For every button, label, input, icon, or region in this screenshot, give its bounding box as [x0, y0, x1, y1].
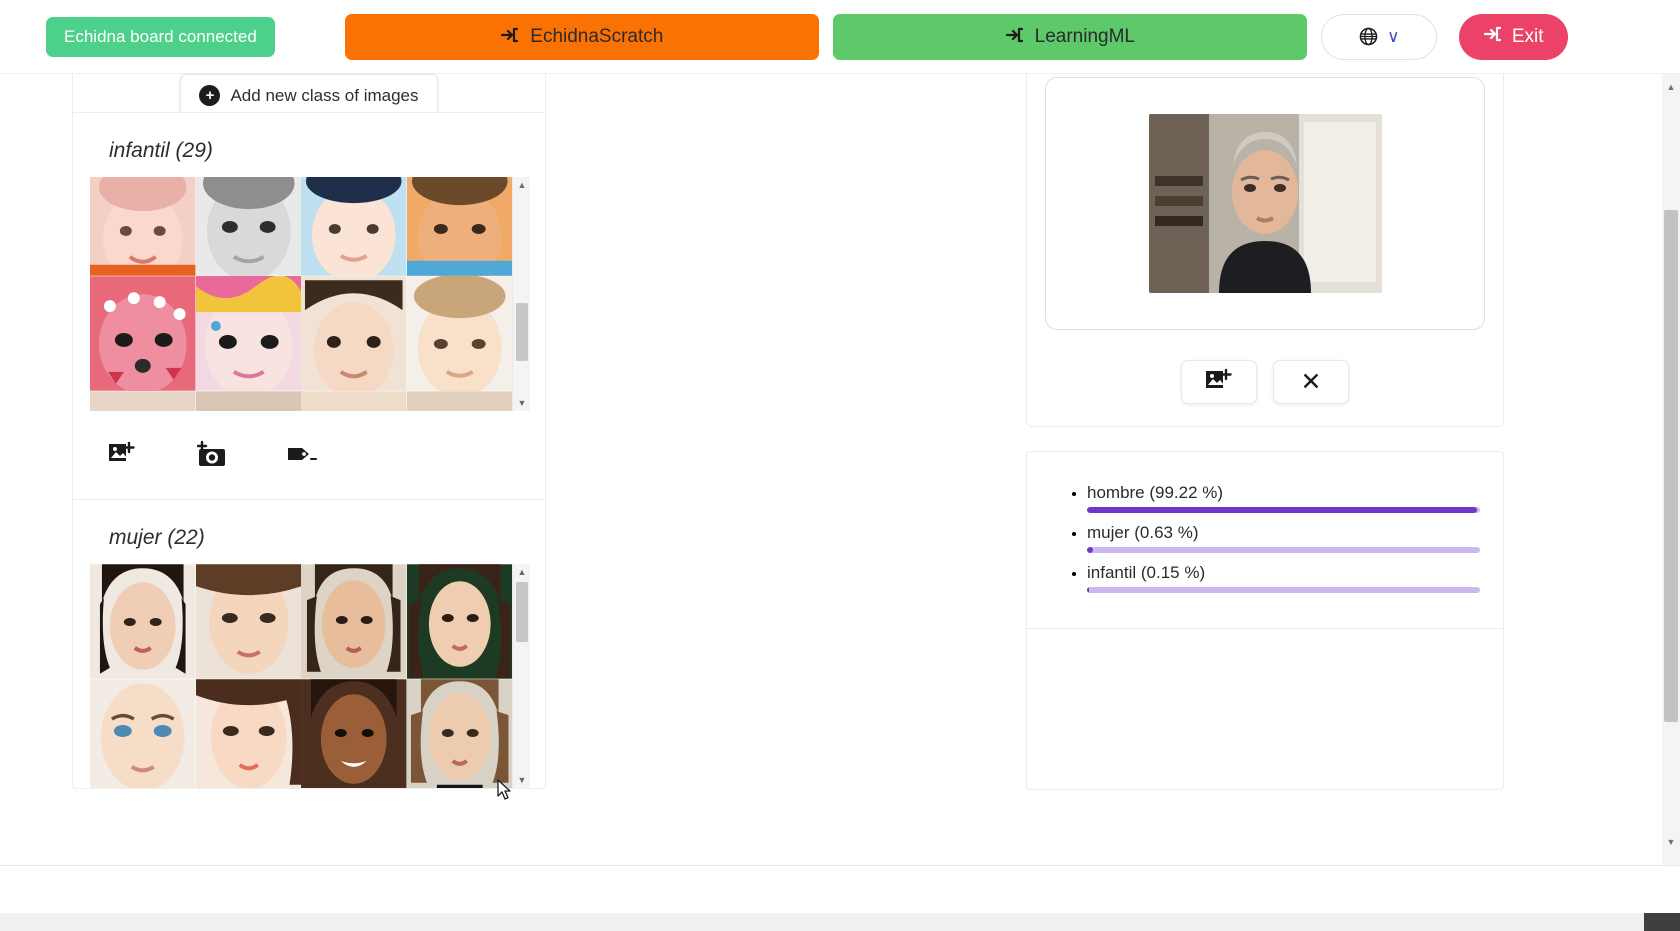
board-status-badge: Echidna board connected	[46, 16, 275, 57]
class-image-thumb[interactable]	[406, 391, 512, 411]
image-grid-scrollbar-mujer[interactable]: ▲ ▼	[512, 564, 530, 788]
nav-echidnascratch-label: EchidnaScratch	[530, 25, 664, 47]
class-image-thumb[interactable]	[301, 177, 407, 276]
page-body: + Add new class of images infantil (29)	[0, 74, 1680, 865]
class-image-thumb[interactable]	[195, 679, 301, 788]
image-grid-items	[90, 177, 512, 411]
class-image-thumb[interactable]	[195, 564, 301, 679]
add-new-class-label: Add new class of images	[230, 85, 419, 105]
scroll-down-arrow-icon[interactable]: ▼	[513, 395, 530, 411]
login-arrow-icon	[1005, 25, 1025, 49]
mouse-cursor	[497, 779, 513, 801]
page-root: Echidna board connected EchidnaScratch L…	[0, 0, 1680, 931]
class-block-infantil: infantil (29) ▲ ▼	[73, 113, 545, 500]
prediction-bar-fill	[1087, 587, 1089, 594]
image-grid-infantil: ▲ ▼	[90, 177, 530, 411]
scroll-up-arrow-icon[interactable]: ▲	[1662, 78, 1680, 96]
exit-button[interactable]: Exit	[1458, 13, 1568, 60]
image-grid-items	[90, 564, 512, 788]
board-status-label: Echidna board connected	[64, 26, 257, 46]
add-class-row: + Add new class of images	[73, 74, 545, 113]
class-image-thumb[interactable]	[195, 276, 301, 391]
close-button[interactable]: ✕	[1273, 360, 1349, 404]
language-selector-button[interactable]: ∨	[1320, 13, 1437, 60]
exit-arrow-icon	[1483, 24, 1503, 50]
class-block-mujer: mujer (22) ▲ ▼	[73, 500, 545, 788]
login-arrow-icon	[500, 25, 520, 49]
class-image-thumb[interactable]	[90, 276, 196, 391]
class-image-thumb[interactable]	[301, 276, 407, 391]
prediction-results: hombre (99.22 %) mujer (0.63 %)	[1027, 452, 1503, 630]
prediction-bar-fill	[1087, 507, 1477, 514]
class-image-thumb[interactable]	[406, 276, 512, 391]
prediction-results-card: hombre (99.22 %) mujer (0.63 %)	[1026, 451, 1504, 791]
class-image-thumb[interactable]	[195, 391, 301, 411]
prediction-panel: ✕ hombre (99.22 %) mujer (0.6	[1026, 74, 1504, 791]
add-image-icon[interactable]	[105, 439, 139, 469]
webcam-frame	[1045, 77, 1485, 330]
prediction-bar-fill	[1087, 547, 1094, 554]
chevron-down-icon: ∨	[1387, 27, 1400, 46]
plus-circle-icon: +	[199, 85, 221, 106]
webcam-preview	[1148, 114, 1382, 293]
desktop-taskbar	[0, 913, 1680, 931]
class-title-mujer: mujer (22)	[109, 526, 205, 549]
class-image-thumb[interactable]	[90, 564, 196, 679]
add-image-button[interactable]	[1181, 360, 1257, 404]
add-image-icon	[1205, 368, 1233, 397]
scrollbar-thumb[interactable]	[516, 582, 528, 642]
image-grid-mujer: ▲ ▼	[90, 564, 530, 788]
webcam-card: ✕	[1026, 74, 1504, 427]
class-image-thumb[interactable]	[90, 177, 196, 276]
scroll-down-arrow-icon[interactable]: ▼	[513, 772, 530, 788]
close-icon: ✕	[1300, 367, 1322, 396]
classes-panel: + Add new class of images infantil (29)	[72, 74, 546, 789]
prediction-list: hombre (99.22 %) mujer (0.63 %)	[1067, 482, 1481, 594]
class-image-thumb[interactable]	[90, 679, 196, 788]
prediction-item: infantil (0.15 %)	[1087, 562, 1481, 594]
globe-icon	[1358, 26, 1379, 47]
rename-tag-icon[interactable]	[285, 439, 319, 469]
class-image-thumb[interactable]	[301, 391, 407, 411]
nav-learningml-label: LearningML	[1034, 25, 1135, 47]
nav-echidnascratch-button[interactable]: EchidnaScratch	[344, 13, 819, 60]
add-new-class-button[interactable]: + Add new class of images	[180, 74, 438, 112]
image-grid-scrollbar-infantil[interactable]: ▲ ▼	[512, 177, 530, 411]
class-title-infantil: infantil (29)	[109, 139, 213, 162]
webcam-actions: ✕	[1045, 360, 1485, 404]
scroll-down-arrow-icon[interactable]: ▼	[1662, 833, 1680, 851]
class-image-thumb[interactable]	[301, 679, 407, 788]
prediction-bar-track	[1087, 547, 1480, 554]
taskbar-tab[interactable]	[1644, 913, 1680, 931]
class-image-thumb[interactable]	[406, 177, 512, 276]
prediction-bar-track	[1087, 507, 1480, 514]
class-image-thumb[interactable]	[406, 564, 512, 679]
prediction-bar-track	[1087, 587, 1480, 594]
prediction-item: mujer (0.63 %)	[1087, 522, 1481, 554]
prediction-label: mujer (0.63 %)	[1087, 523, 1199, 543]
scrollbar-thumb[interactable]	[516, 303, 528, 361]
add-photo-camera-icon[interactable]	[195, 439, 229, 469]
scroll-up-arrow-icon[interactable]: ▲	[513, 177, 530, 193]
class-actions-infantil	[73, 411, 545, 499]
class-image-thumb[interactable]	[195, 177, 301, 276]
page-scrollbar[interactable]: ▲ ▼	[1662, 74, 1680, 865]
results-empty-area	[1027, 629, 1503, 789]
class-image-thumb[interactable]	[301, 564, 407, 679]
class-image-thumb[interactable]	[90, 391, 196, 411]
class-image-thumb[interactable]	[406, 679, 512, 788]
page-scrollbar-thumb[interactable]	[1664, 210, 1678, 722]
nav-learningml-button[interactable]: LearningML	[832, 13, 1307, 60]
exit-label: Exit	[1511, 25, 1544, 47]
prediction-item: hombre (99.22 %)	[1087, 482, 1481, 514]
prediction-label: infantil (0.15 %)	[1087, 563, 1206, 583]
scroll-up-arrow-icon[interactable]: ▲	[513, 564, 530, 580]
app-header: Echidna board connected EchidnaScratch L…	[0, 0, 1680, 74]
prediction-label: hombre (99.22 %)	[1087, 483, 1224, 502]
